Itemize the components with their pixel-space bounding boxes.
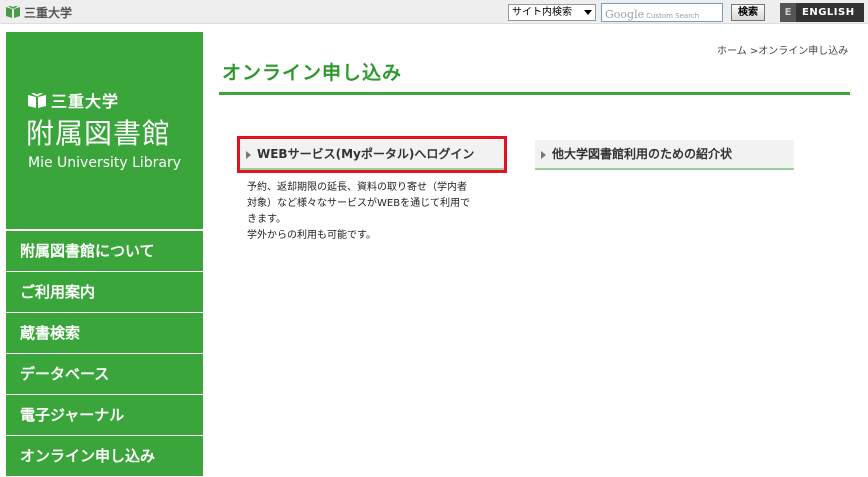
page-title: オンライン申し込み bbox=[222, 62, 403, 84]
introduction-letter-link[interactable]: 他大学図書館利用のための紹介状 bbox=[535, 140, 794, 170]
book-logo-icon bbox=[28, 92, 46, 108]
custom-search-watermark: Custom Search bbox=[646, 12, 700, 20]
highlight-box bbox=[237, 136, 507, 173]
search-input[interactable]: Google Custom Search bbox=[601, 3, 723, 22]
sidebar-item-online-request[interactable]: オンライン申し込み bbox=[6, 436, 203, 476]
sidebar-item-about[interactable]: 附属図書館について bbox=[6, 231, 203, 271]
book-logo-icon bbox=[6, 6, 20, 18]
brand-univ-row: 三重大学 bbox=[28, 88, 119, 112]
sidebar-item-ejournal[interactable]: 電子ジャーナル bbox=[6, 395, 203, 435]
description-line: 対象）など様々なサービスがWEBを通じて利用で bbox=[247, 198, 471, 209]
search-button[interactable]: 検索 bbox=[731, 4, 765, 21]
description-line: きます。 bbox=[247, 214, 286, 225]
sidebar-nav: 附属図書館について ご利用案内 蔵書検索 データベース 電子ジャーナル オンライ… bbox=[6, 231, 203, 477]
search-scope-value: サイト内検索 bbox=[512, 7, 572, 18]
description-line: 学外からの利用も可能です。 bbox=[247, 230, 376, 241]
breadcrumb: ホーム >オンライン申し込み bbox=[717, 46, 849, 57]
search-scope-select[interactable]: サイト内検索 bbox=[508, 4, 596, 21]
library-brand-link[interactable]: 三重大学 附属図書館 Mie University Library bbox=[6, 32, 203, 229]
web-service-description: 予約、返却期限の延長、資料の取り寄せ（学内者 対象）など様々なサービスがWEBを… bbox=[247, 180, 507, 244]
description-line: 予約、返却期限の延長、資料の取り寄せ（学内者 bbox=[247, 182, 467, 193]
sidebar-item-database[interactable]: データベース bbox=[6, 354, 203, 394]
brand-univ-name: 三重大学 bbox=[51, 92, 120, 111]
brand-library-name: 附属図書館 bbox=[26, 117, 172, 150]
sidebar-item-guide[interactable]: ご利用案内 bbox=[6, 272, 203, 312]
univ-name: 三重大学 bbox=[24, 5, 73, 20]
brand-english-name: Mie University Library bbox=[28, 155, 182, 171]
chevron-down-icon bbox=[584, 10, 592, 15]
univ-logo-link[interactable]: 三重大学 bbox=[6, 4, 72, 20]
google-watermark: Google bbox=[605, 8, 645, 21]
english-link[interactable]: E ENGLISH bbox=[780, 3, 864, 22]
triangle-right-icon bbox=[541, 150, 546, 159]
english-prefix: E bbox=[780, 3, 796, 22]
introduction-letter-label: 他大学図書館利用のための紹介状 bbox=[552, 147, 733, 161]
english-label: ENGLISH bbox=[802, 7, 855, 18]
sidebar-item-catalog-search[interactable]: 蔵書検索 bbox=[6, 313, 203, 353]
title-divider bbox=[219, 92, 850, 95]
top-bar: 三重大学 サイト内検索 Google Custom Search 検索 E ENG… bbox=[0, 0, 868, 24]
